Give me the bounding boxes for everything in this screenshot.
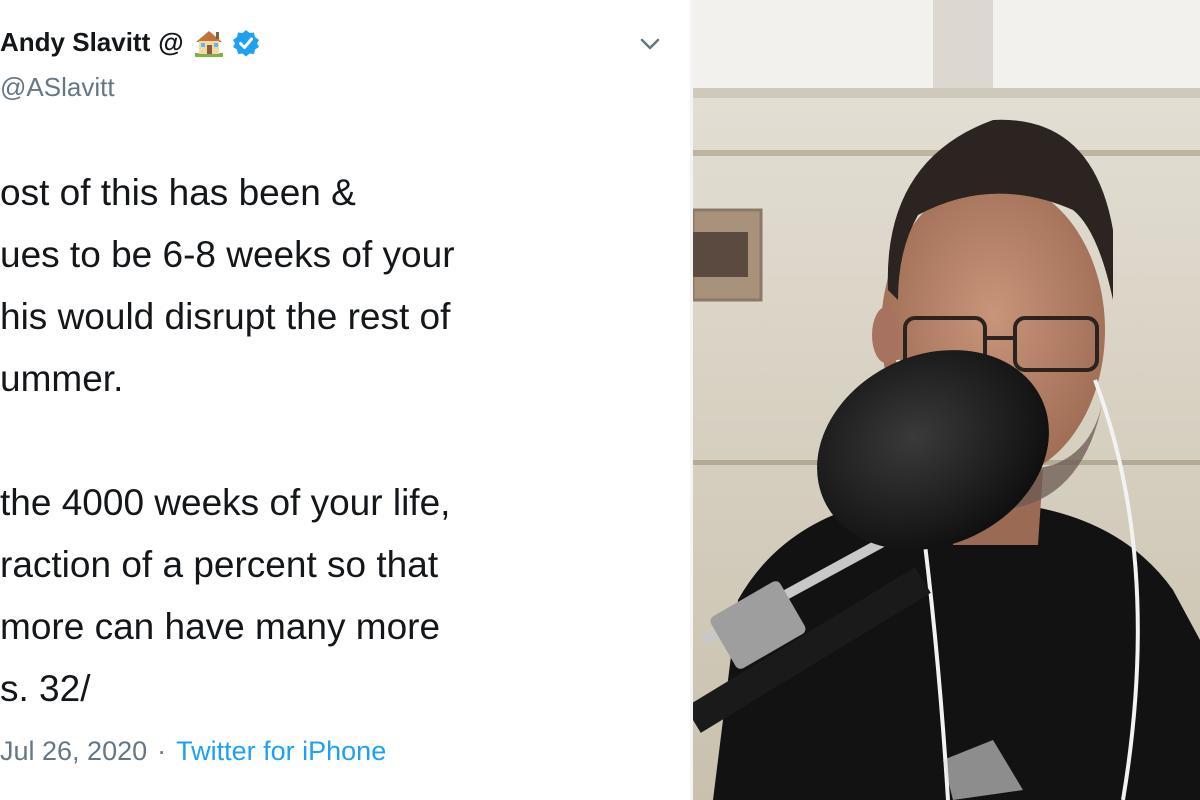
tweet-source-link[interactable]: Twitter for iPhone bbox=[176, 736, 386, 766]
tweet-line: s. 32/ bbox=[0, 668, 91, 709]
tweet-line: more can have many more bbox=[0, 606, 441, 647]
tweet-line: ues to be 6-8 weeks of your bbox=[0, 234, 455, 275]
author-name[interactable]: Andy Slavitt bbox=[0, 27, 150, 58]
meta-separator: · bbox=[157, 736, 167, 766]
video-still bbox=[693, 0, 1200, 800]
tweet-meta: Jul 26, 2020 · Twitter for iPhone bbox=[0, 736, 386, 767]
video-scene-illustration bbox=[693, 0, 1200, 800]
tweet-line: the 4000 weeks of your life, bbox=[0, 482, 451, 523]
author-name-row[interactable]: Andy Slavitt @ bbox=[0, 27, 260, 58]
tweet-line: raction of a percent so that bbox=[0, 544, 439, 585]
author-handle[interactable]: @ASlavitt bbox=[0, 72, 115, 103]
tweet-text: ost of this has been & ues to be 6-8 wee… bbox=[0, 162, 690, 720]
tweet-card: Andy Slavitt @ @ASlavitt ost of this has… bbox=[0, 0, 690, 800]
tweet-paragraph-gap bbox=[0, 410, 690, 472]
verified-badge-icon bbox=[232, 29, 260, 57]
tweet-line: ummer. bbox=[0, 358, 124, 399]
author-name-at: @ bbox=[158, 27, 184, 57]
chevron-down-icon[interactable] bbox=[636, 30, 664, 58]
tweet-line: his would disrupt the rest of bbox=[0, 296, 451, 337]
tweet-date[interactable]: Jul 26, 2020 bbox=[0, 736, 147, 766]
house-emoji-icon bbox=[192, 28, 226, 58]
tweet-line: ost of this has been & bbox=[0, 172, 356, 213]
